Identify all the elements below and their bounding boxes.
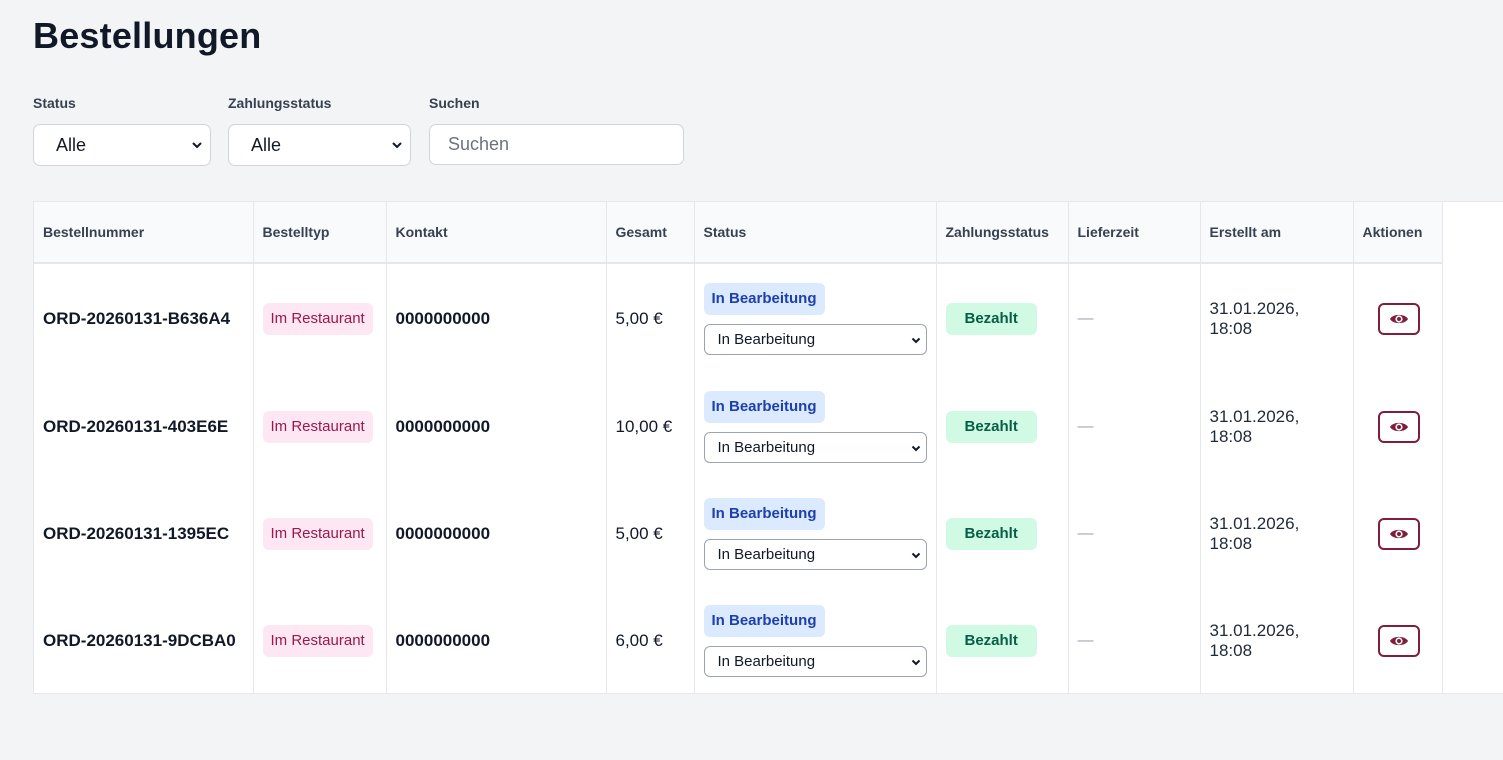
table-row: ORD-20260131-1395EC Im Restaurant 000000… bbox=[34, 480, 1443, 587]
table-row: ORD-20260131-B636A4 Im Restaurant 000000… bbox=[34, 263, 1443, 373]
order-type-badge: Im Restaurant bbox=[262, 302, 373, 335]
view-order-button[interactable] bbox=[1377, 410, 1420, 443]
payment-filter: Zahlungsstatus Alle bbox=[228, 95, 411, 166]
col-header-actions: Aktionen bbox=[1353, 202, 1443, 264]
eye-icon bbox=[1389, 314, 1408, 323]
status-badge: In Bearbeitung bbox=[703, 390, 825, 423]
actions-cell bbox=[1353, 263, 1443, 373]
view-order-button[interactable] bbox=[1377, 624, 1420, 657]
orders-table-container: Bestellnummer Bestelltyp Kontakt Gesamt … bbox=[33, 201, 1503, 694]
chevron-down-icon bbox=[911, 659, 920, 665]
status-badge: In Bearbeitung bbox=[703, 282, 825, 315]
table-row: ORD-20260131-9DCBA0 Im Restaurant 000000… bbox=[34, 587, 1443, 694]
search-label: Suchen bbox=[429, 95, 480, 111]
payment-badge: Bezahlt bbox=[945, 624, 1037, 657]
total: 10,00 € bbox=[606, 373, 695, 480]
total: 5,00 € bbox=[606, 263, 695, 373]
chevron-down-icon bbox=[392, 142, 402, 149]
total: 5,00 € bbox=[606, 480, 695, 587]
status-select-value: In Bearbeitung bbox=[717, 438, 816, 456]
order-type-cell: Im Restaurant bbox=[253, 263, 387, 373]
eye-icon bbox=[1389, 422, 1408, 431]
delivery-time: — bbox=[1068, 480, 1201, 587]
actions-cell bbox=[1353, 373, 1443, 480]
chevron-down-icon bbox=[911, 337, 920, 343]
status-select[interactable]: In Bearbeitung bbox=[703, 323, 927, 355]
payment-cell: Bezahlt bbox=[936, 263, 1069, 373]
table-header-row: Bestellnummer Bestelltyp Kontakt Gesamt … bbox=[34, 202, 1443, 264]
order-type-badge: Im Restaurant bbox=[262, 624, 373, 657]
contact: 0000000000 bbox=[386, 263, 607, 373]
total: 6,00 € bbox=[606, 587, 695, 694]
status-filter: Status Alle bbox=[33, 95, 211, 166]
eye-icon bbox=[1389, 636, 1408, 645]
col-header-contact: Kontakt bbox=[386, 202, 607, 264]
actions-cell bbox=[1353, 480, 1443, 587]
order-number: ORD-20260131-B636A4 bbox=[34, 263, 254, 373]
payment-cell: Bezahlt bbox=[936, 480, 1069, 587]
payment-cell: Bezahlt bbox=[936, 373, 1069, 480]
created-at: 31.01.2026, 18:08 bbox=[1200, 587, 1354, 694]
chevron-down-icon bbox=[911, 445, 920, 451]
orders-table: Bestellnummer Bestelltyp Kontakt Gesamt … bbox=[34, 202, 1443, 694]
col-header-order-no: Bestellnummer bbox=[34, 202, 254, 264]
payment-badge: Bezahlt bbox=[945, 410, 1037, 443]
order-type-cell: Im Restaurant bbox=[253, 480, 387, 587]
col-header-created: Erstellt am bbox=[1200, 202, 1354, 264]
search-field bbox=[429, 124, 684, 165]
status-filter-select[interactable]: Alle bbox=[33, 124, 211, 166]
payment-badge: Bezahlt bbox=[945, 517, 1037, 550]
status-cell: In Bearbeitung In Bearbeitung bbox=[694, 373, 937, 480]
search-input[interactable] bbox=[430, 125, 683, 164]
view-order-button[interactable] bbox=[1377, 517, 1420, 550]
contact: 0000000000 bbox=[386, 373, 607, 480]
status-select[interactable]: In Bearbeitung bbox=[703, 431, 927, 463]
created-at: 31.01.2026, 18:08 bbox=[1200, 263, 1354, 373]
chevron-down-icon bbox=[911, 552, 920, 558]
order-type-badge: Im Restaurant bbox=[262, 410, 373, 443]
order-number: ORD-20260131-403E6E bbox=[34, 373, 254, 480]
payment-filter-label: Zahlungsstatus bbox=[228, 95, 332, 111]
eye-icon bbox=[1389, 529, 1408, 538]
status-badge: In Bearbeitung bbox=[703, 604, 825, 637]
col-header-total: Gesamt bbox=[606, 202, 695, 264]
delivery-time: — bbox=[1068, 263, 1201, 373]
table-row: ORD-20260131-403E6E Im Restaurant 000000… bbox=[34, 373, 1443, 480]
col-header-payment: Zahlungsstatus bbox=[936, 202, 1069, 264]
status-cell: In Bearbeitung In Bearbeitung bbox=[694, 263, 937, 373]
page-title: Bestellungen bbox=[33, 15, 262, 56]
payment-filter-value: Alle bbox=[251, 134, 282, 155]
payment-badge: Bezahlt bbox=[945, 302, 1037, 335]
search-filter: Suchen bbox=[429, 95, 684, 165]
created-at: 31.01.2026, 18:08 bbox=[1200, 373, 1354, 480]
order-type-badge: Im Restaurant bbox=[262, 517, 373, 550]
order-number: ORD-20260131-9DCBA0 bbox=[34, 587, 254, 694]
contact: 0000000000 bbox=[386, 480, 607, 587]
chevron-down-icon bbox=[192, 142, 202, 149]
status-filter-value: Alle bbox=[56, 134, 87, 155]
created-at: 31.01.2026, 18:08 bbox=[1200, 480, 1354, 587]
status-cell: In Bearbeitung In Bearbeitung bbox=[694, 480, 937, 587]
status-badge: In Bearbeitung bbox=[703, 497, 825, 530]
delivery-time: — bbox=[1068, 587, 1201, 694]
order-number: ORD-20260131-1395EC bbox=[34, 480, 254, 587]
status-select[interactable]: In Bearbeitung bbox=[703, 538, 927, 570]
actions-cell bbox=[1353, 587, 1443, 694]
payment-filter-select[interactable]: Alle bbox=[228, 124, 411, 166]
status-cell: In Bearbeitung In Bearbeitung bbox=[694, 587, 937, 694]
delivery-time: — bbox=[1068, 373, 1201, 480]
col-header-delivery: Lieferzeit bbox=[1068, 202, 1201, 264]
status-filter-label: Status bbox=[33, 95, 76, 111]
status-select-value: In Bearbeitung bbox=[717, 330, 816, 348]
payment-cell: Bezahlt bbox=[936, 587, 1069, 694]
order-type-cell: Im Restaurant bbox=[253, 373, 387, 480]
order-type-cell: Im Restaurant bbox=[253, 587, 387, 694]
col-header-status: Status bbox=[694, 202, 937, 264]
col-header-type: Bestelltyp bbox=[253, 202, 387, 264]
status-select-value: In Bearbeitung bbox=[717, 652, 816, 670]
status-select-value: In Bearbeitung bbox=[717, 545, 816, 563]
contact: 0000000000 bbox=[386, 587, 607, 694]
status-select[interactable]: In Bearbeitung bbox=[703, 645, 927, 677]
view-order-button[interactable] bbox=[1377, 302, 1420, 335]
